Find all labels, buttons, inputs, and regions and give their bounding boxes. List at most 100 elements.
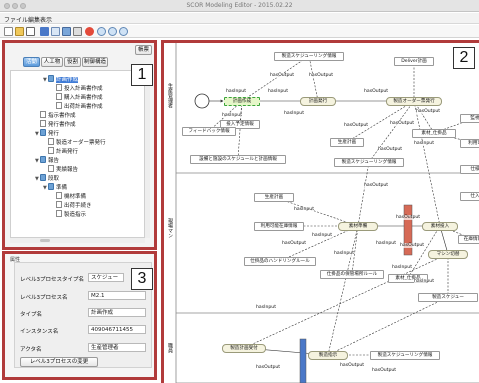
activity-node[interactable]: 製造計画受付 [222, 344, 266, 353]
activity-node[interactable]: 製造オーダー票発行 [386, 97, 442, 106]
prop-label-type-name: タイプ名 [20, 312, 43, 318]
edge-label: hasOutput [282, 241, 307, 246]
lane-label: 現場マン [167, 218, 173, 238]
tree-item[interactable]: 投入計画書作成 [11, 84, 103, 92]
artifact-node[interactable]: 監視 [460, 114, 479, 123]
edge-label: hasOutput [256, 365, 281, 370]
tree-item-label: 投入計画書作成 [64, 86, 103, 92]
save-icon[interactable] [26, 27, 35, 36]
grid-icon[interactable] [51, 27, 60, 36]
prop-value-l3-name[interactable]: M2.1 [88, 291, 146, 300]
artifact-node[interactable]: 生産計画 [330, 138, 364, 147]
open-folder-icon[interactable] [15, 27, 24, 36]
artifact-node[interactable]: 仕様 [460, 165, 479, 174]
activity-node[interactable]: 計画作成 [224, 97, 260, 106]
tab-role[interactable]: 役割 [64, 57, 81, 67]
tree-scroll-thumb[interactable] [40, 239, 50, 242]
tab-artifact[interactable]: 人工物 [41, 57, 63, 67]
delete-icon[interactable] [85, 27, 94, 36]
settings-icon[interactable] [119, 27, 128, 36]
annotation-number-1: 1 [131, 64, 153, 86]
prop-value-instance-name[interactable]: 409046711455 [88, 325, 146, 334]
tree-item[interactable]: ▼ 計画作成 [11, 75, 79, 83]
lane-label: 職員 [167, 343, 173, 353]
tree-item[interactable]: ▼ 発行 [11, 129, 59, 137]
tree-item[interactable]: 出荷手続き [11, 201, 92, 209]
artifact-node[interactable]: 設備と施設のスケジュールと計画情報 [190, 155, 286, 164]
tree-item[interactable]: 出荷計画書作成 [11, 102, 103, 110]
artifact-node[interactable]: 生産計画 [254, 193, 294, 202]
artifact-node[interactable]: 仕掛品のハンドリングルール [244, 257, 316, 266]
tree-vertical-scrollbar[interactable] [145, 70, 150, 238]
activity-node[interactable]: マシン切替 [428, 250, 468, 259]
tree-item[interactable]: ▼ 段取 [11, 174, 59, 182]
tree-item[interactable]: 指示書作成 [11, 111, 76, 119]
folder-icon [40, 156, 46, 163]
artifact-node[interactable]: 仕入 [460, 192, 479, 201]
synchronization-bar [299, 338, 307, 383]
menu-view[interactable]: 表示 [40, 15, 52, 24]
edge-label: hasInput [284, 111, 305, 116]
blue-square-icon[interactable] [40, 27, 49, 36]
document-icon [40, 120, 46, 127]
tab-control-structure[interactable]: 制御構造 [82, 57, 108, 67]
zoom-in-icon[interactable] [97, 27, 106, 36]
document-icon [48, 165, 54, 172]
diagram-edge [368, 100, 415, 163]
edge-label: hasOutput [309, 73, 334, 78]
prop-value-actor-name[interactable]: 生産管理者 [88, 343, 146, 352]
activity-node[interactable]: 素材投入 [422, 222, 458, 231]
diagram-canvas[interactable]: 生産管理者 現場マン 職員 製造スケジューリング情報 Deliver計画 計画作成 計画発行… [164, 43, 479, 383]
tree-item-label: 実績報告 [56, 167, 79, 173]
artifact-node[interactable]: Deliver計画 [394, 57, 434, 66]
prop-value-type-name[interactable]: 計画作成 [88, 308, 146, 317]
change-l3-process-button[interactable]: レベル3プロセスの変更 [20, 357, 98, 367]
prop-label-l3-type: レベル3プロセスタイプ名 [20, 277, 85, 283]
new-file-icon[interactable] [4, 27, 13, 36]
edge-label: hasInput [268, 89, 289, 94]
menu-file[interactable]: ファイル [4, 15, 28, 24]
folder-icon [48, 183, 54, 190]
activity-node[interactable]: 製造指示 [308, 351, 348, 360]
prop-value-l3-type[interactable]: スケジュー [88, 273, 124, 282]
edge-label: hasInput [226, 89, 247, 94]
zoom-out-icon[interactable] [108, 27, 117, 36]
menu-edit[interactable]: 編集 [28, 15, 40, 24]
tree-item-label: 出荷計画書作成 [64, 104, 103, 110]
tree-item[interactable]: ▼ 報告 [11, 156, 59, 164]
tree-item[interactable]: 購入計画書作成 [11, 93, 103, 101]
artifact-node[interactable]: フィードバック情報 [182, 127, 236, 136]
tree-item[interactable]: 製造オーダー票発行 [11, 138, 106, 146]
blocks-icon[interactable] [62, 27, 71, 36]
form-button[interactable]: 帳票 [135, 45, 152, 55]
activity-node[interactable]: 計画発行 [300, 97, 336, 106]
artifact-node[interactable]: 在庫情報 [458, 235, 479, 244]
artifact-node[interactable]: 素材_仕掛品 [412, 129, 456, 138]
artifact-node[interactable]: 製造スケジューリング情報 [274, 52, 344, 61]
print-icon[interactable] [73, 27, 82, 36]
artifact-node[interactable]: 製造スケジュー [418, 293, 478, 302]
annotation-number-3: 3 [131, 268, 153, 290]
tree-item[interactable]: 製造指示 [11, 210, 86, 218]
edge-label: hasInput [414, 141, 435, 146]
edge-label: hasOutput [364, 89, 389, 94]
artifact-node[interactable]: 製造スケジューリング情報 [370, 351, 440, 360]
artifact-node[interactable]: 利用可能在庫情報 [254, 222, 304, 231]
tree-item[interactable]: 実績報告 [11, 165, 78, 173]
diagram-edge [241, 55, 310, 102]
tree-horizontal-scrollbar[interactable] [10, 238, 145, 243]
artifact-node[interactable]: 利用可 [460, 139, 479, 148]
tree-item[interactable]: ▼ 準備 [11, 183, 67, 191]
artifact-node[interactable]: 製造スケジューリング情報 [334, 158, 404, 167]
tree-item[interactable]: 計画発行 [11, 147, 78, 155]
prop-label-l3-name: レベル3プロセス名 [20, 295, 68, 301]
artifact-node[interactable]: 仕掛品の保管場所ルール [320, 270, 384, 279]
activity-node[interactable]: 素材準備 [338, 222, 378, 231]
tree-item[interactable]: 機材準備 [11, 192, 86, 200]
document-icon [56, 102, 62, 109]
diagram-edge [350, 225, 359, 275]
document-icon [56, 201, 62, 208]
tab-activity[interactable]: 活動 [23, 57, 40, 67]
tree-item-label: 購入計画書作成 [64, 95, 103, 101]
tree-item[interactable]: 発行書作成 [11, 120, 76, 128]
